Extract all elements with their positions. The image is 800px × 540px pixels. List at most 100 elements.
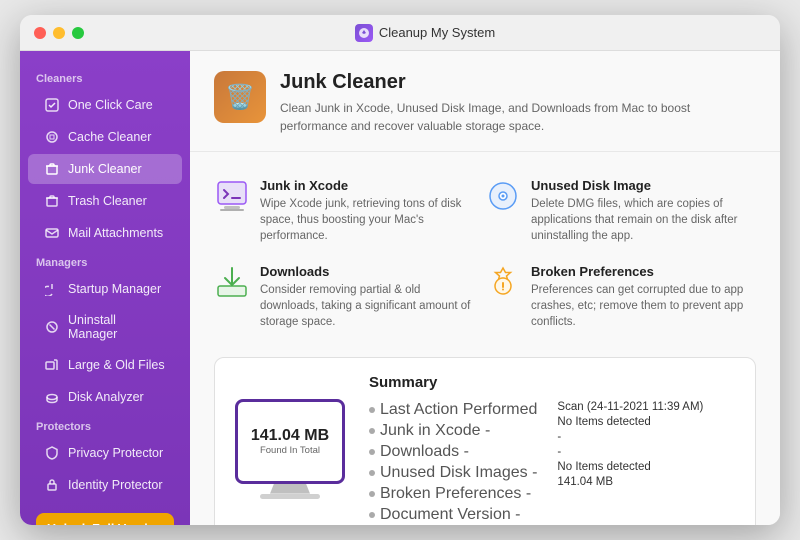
dot [369,512,375,518]
summary-label: Last Action Performed [380,401,537,419]
privacy-protector-icon [44,445,60,461]
feature-description: Wipe Xcode junk, retrieving tons of disk… [260,196,473,244]
mail-attachments-icon [44,225,60,241]
window-title-area: Cleanup My System [84,24,766,42]
main-layout: Cleaners One Click Care Cache Cleaner Ju… [20,51,780,525]
header-text: Junk Cleaner Clean Junk in Xcode, Unused… [280,71,756,135]
sidebar-item-one-click-care[interactable]: One Click Care [28,90,182,120]
sidebar: Cleaners One Click Care Cache Cleaner Ju… [20,51,190,525]
summary-label: Broken Preferences - [380,485,531,503]
minimize-button[interactable] [53,27,65,39]
summary-row: Junk in Xcode - [369,422,537,440]
dot [369,491,375,497]
sidebar-item-label: Privacy Protector [68,446,163,460]
sidebar-item-label: Large & Old Files [68,358,165,372]
summary-values-col: Scan (24-11-2021 11:39 AM) No Items dete… [557,401,703,524]
summary-label: Document Version - [380,506,521,524]
sidebar-item-label: Cache Cleaner [68,130,151,144]
summary-labels-col: Last Action Performed Junk in Xcode - Do… [369,401,537,524]
monitor-stand [270,484,310,494]
summary-row: Last Action Performed [369,401,537,419]
summary-value: 141.04 MB [557,476,703,488]
dot [369,407,375,413]
feature-broken-preferences: Broken Preferences Preferences can get c… [485,254,756,340]
feature-description: Delete DMG files, which are copies of ap… [531,196,744,244]
sidebar-item-label: Uninstall Manager [68,313,166,341]
monitor-base [260,494,320,499]
sidebar-item-label: Mail Attachments [68,226,163,240]
dot [369,449,375,455]
feature-junk-in-xcode-text: Junk in Xcode Wipe Xcode junk, retrievin… [260,178,473,244]
feature-unused-disk-image-text: Unused Disk Image Delete DMG files, whic… [531,178,744,244]
sidebar-item-large-old-files[interactable]: Large & Old Files [28,350,182,380]
features-grid: Junk in Xcode Wipe Xcode junk, retrievin… [190,152,780,357]
summary-row: Unused Disk Images - [369,464,537,482]
sidebar-item-label: Junk Cleaner [68,162,142,176]
app-icon [355,24,373,42]
startup-manager-icon [44,281,60,297]
summary-value: - [557,431,703,443]
dot [369,428,375,434]
feature-title: Broken Preferences [531,264,744,279]
cleaners-section-label: Cleaners [20,65,190,89]
sidebar-item-uninstall-manager[interactable]: Uninstall Manager [28,306,182,348]
identity-protector-icon [44,477,60,493]
feature-title: Junk in Xcode [260,178,473,193]
uninstall-manager-icon [44,319,60,335]
sidebar-item-junk-cleaner[interactable]: Junk Cleaner [28,154,182,184]
unlock-full-version-button[interactable]: Unlock Full Version [36,513,174,525]
close-button[interactable] [34,27,46,39]
summary-content: Summary Last Action Performed Junk in Xc… [369,374,735,524]
sidebar-item-cache-cleaner[interactable]: Cache Cleaner [28,122,182,152]
summary-value: Scan (24-11-2021 11:39 AM) [557,401,703,413]
sidebar-item-label: Startup Manager [68,282,161,296]
downloads-icon [214,264,250,300]
sidebar-item-label: One Click Care [68,98,153,112]
feature-title: Unused Disk Image [531,178,744,193]
sidebar-bottom: Unlock Full Version [20,501,190,525]
titlebar: Cleanup My System [20,15,780,51]
managers-section-label: Managers [20,249,190,273]
feature-downloads: Downloads Consider removing partial & ol… [214,254,485,340]
summary-value: No Items detected [557,416,703,428]
found-label: Found In Total [260,445,320,456]
summary-title: Summary [369,374,735,391]
protectors-section-label: Protectors [20,413,190,437]
traffic-lights [34,27,84,39]
summary-row: Downloads - [369,443,537,461]
sidebar-item-identity-protector[interactable]: Identity Protector [28,470,182,500]
sidebar-item-startup-manager[interactable]: Startup Manager [28,274,182,304]
disk-analyzer-icon [44,389,60,405]
main-window: Cleanup My System Cleaners One Click Car… [20,15,780,525]
sidebar-item-mail-attachments[interactable]: Mail Attachments [28,218,182,248]
sidebar-item-privacy-protector[interactable]: Privacy Protector [28,438,182,468]
page-description: Clean Junk in Xcode, Unused Disk Image, … [280,99,756,135]
total-size: 141.04 MB [251,427,329,445]
summary-value: - [557,446,703,458]
feature-broken-preferences-text: Broken Preferences Preferences can get c… [531,264,744,330]
feature-unused-disk-image: Unused Disk Image Delete DMG files, whic… [485,168,756,254]
sidebar-item-disk-analyzer[interactable]: Disk Analyzer [28,382,182,412]
junk-in-xcode-icon [214,178,250,214]
feature-description: Consider removing partial & old download… [260,282,473,330]
window-title: Cleanup My System [379,25,495,40]
large-old-files-icon [44,357,60,373]
summary-label: Downloads - [380,443,469,461]
sidebar-item-label: Trash Cleaner [68,194,147,208]
broken-preferences-icon [485,264,521,300]
summary-section: 141.04 MB Found In Total Summary Last Ac… [214,357,756,525]
summary-value: No Items detected [557,461,703,473]
monitor-screen: 141.04 MB Found In Total [235,399,345,484]
sidebar-item-trash-cleaner[interactable]: Trash Cleaner [28,186,182,216]
one-click-care-icon [44,97,60,113]
content-header: 🗑️ Junk Cleaner Clean Junk in Xcode, Unu… [190,51,780,152]
sidebar-item-label: Disk Analyzer [68,390,144,404]
feature-title: Downloads [260,264,473,279]
summary-label: Junk in Xcode - [380,422,490,440]
maximize-button[interactable] [72,27,84,39]
summary-row: Document Version - [369,506,537,524]
feature-junk-in-xcode: Junk in Xcode Wipe Xcode junk, retrievin… [214,168,485,254]
page-title: Junk Cleaner [280,71,756,94]
cache-cleaner-icon [44,129,60,145]
unused-disk-image-icon [485,178,521,214]
